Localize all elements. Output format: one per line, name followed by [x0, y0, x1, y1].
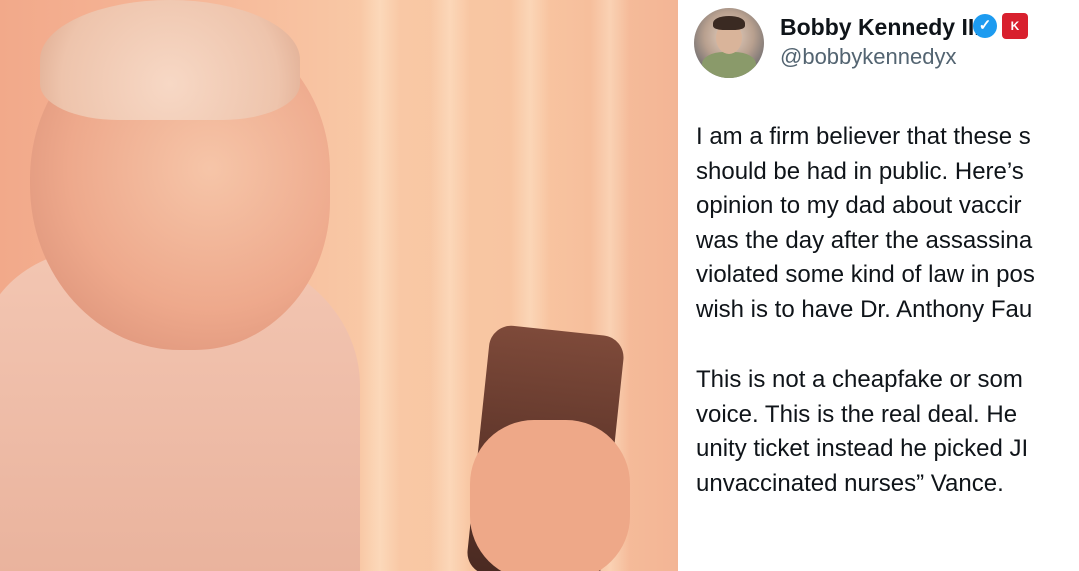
tweet-text: I am a firm believer that these s should… [696, 120, 1035, 501]
tweet-line: I am a firm believer that these s [696, 123, 1031, 150]
tweet-line: wish is to have Dr. Anthony Fau [696, 295, 1033, 323]
man-hair [40, 0, 300, 120]
curtain-fold [360, 0, 400, 571]
tweet-card: Bobby Kennedy III ✓ K @bobbykennedyx I a… [678, 0, 1079, 571]
curtain-fold [430, 0, 470, 571]
tweet-line: unvaccinated nurses” Vance. [696, 469, 1004, 497]
tweet-line: voice. This is the real deal. He [696, 400, 1018, 428]
tweet-line: violated some kind of law in pos [696, 261, 1035, 288]
tweet-line: should be had in public. Here’s [696, 157, 1024, 185]
video-frame [0, 0, 678, 571]
tweet-line: unity ticket instead he picked JI [696, 435, 1029, 462]
avatar-body [702, 52, 756, 78]
tweet-line: opinion to my dad about vaccir [696, 192, 1022, 219]
tweet-line: This is not a cheapfake or som [696, 366, 1023, 393]
tweet-line: was the day after the assassina [696, 226, 1033, 254]
avatar-hair [713, 16, 745, 30]
author-name[interactable]: Bobby Kennedy III [780, 14, 981, 41]
author-handle[interactable]: @bobbykennedyx [780, 44, 956, 70]
hand [470, 420, 630, 571]
avatar[interactable] [694, 8, 764, 78]
affiliation-badge: K [1002, 13, 1028, 39]
verified-check-icon: ✓ [973, 14, 997, 38]
